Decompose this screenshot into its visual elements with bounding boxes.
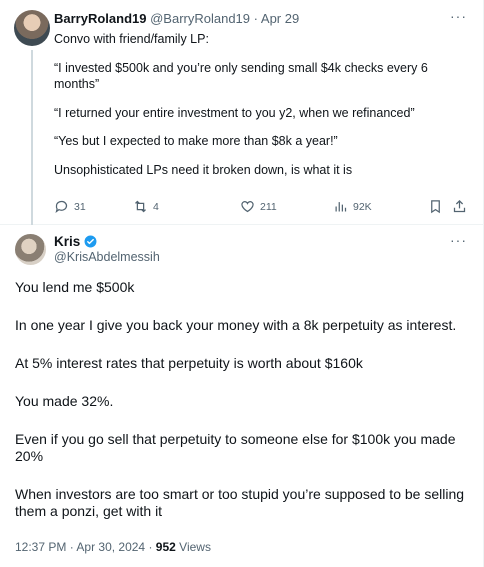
author-handle[interactable]: @KrisAbdelmessih (54, 250, 160, 264)
tweet-paragraph: “I returned your entire investment to yo… (54, 105, 415, 120)
bookmark-icon (431, 200, 440, 214)
reply-count: 31 (74, 200, 86, 213)
tweet-date[interactable]: Apr 30, 2024 (76, 540, 145, 554)
tweet-text: You lend me $500k In one year I give you… (15, 279, 475, 541)
share-button[interactable] (452, 199, 467, 214)
views-count: 92K (353, 200, 372, 213)
tweet-paragraph: You made 32%. (15, 393, 114, 409)
parent-tweet[interactable]: BarryRoland19 @BarryRoland19 · Apr 29 ··… (0, 0, 483, 225)
verified-icon (84, 235, 97, 248)
repost-icon (135, 200, 146, 213)
separator-dot: · (253, 11, 258, 26)
like-button[interactable]: 211 (240, 199, 277, 214)
tweet-date[interactable]: Apr 29 (261, 11, 299, 26)
tweet-paragraph: “Yes but I expected to make more than $8… (54, 134, 338, 148)
author-name-row: Kris (54, 234, 97, 249)
repost-button[interactable]: 4 (133, 199, 159, 214)
tweet-paragraph: When investors are too smart or too stup… (15, 486, 465, 519)
more-icon[interactable]: ··· (450, 232, 467, 248)
tweet-time[interactable]: 12:37 PM (15, 540, 66, 554)
more-icon[interactable]: ··· (450, 8, 467, 24)
action-bar: 31 4 211 92K (54, 199, 472, 217)
tweet-paragraph: You lend me $500k (15, 279, 135, 295)
avatar[interactable] (14, 10, 50, 46)
reply-icon (55, 200, 68, 214)
tweet-text: Convo with friend/family LP: “I invested… (54, 31, 459, 190)
author-handle[interactable]: @BarryRoland19 (150, 11, 250, 26)
tweet-paragraph: Convo with friend/family LP: (54, 32, 209, 46)
tweet-thread: BarryRoland19 @BarryRoland19 · Apr 29 ··… (0, 0, 484, 567)
separator-dot: · (69, 540, 74, 554)
tweet-metadata: 12:37 PM · Apr 30, 2024 · 952 Views (15, 540, 211, 554)
views-button[interactable]: 92K (333, 199, 372, 214)
tweet-paragraph: Unsophisticated LPs need it broken down,… (54, 162, 353, 177)
bookmark-button[interactable] (428, 199, 443, 214)
like-icon (241, 201, 254, 213)
views-label: Views (179, 540, 211, 554)
tweet-paragraph: At 5% interest rates that perpetuity is … (15, 355, 363, 371)
tweet-header: BarryRoland19 @BarryRoland19 · Apr 29 (54, 11, 299, 26)
views-count: 952 (155, 540, 176, 554)
tweet-paragraph: “I invested $500k and you’re only sendin… (54, 60, 428, 92)
author-name[interactable]: BarryRoland19 (54, 11, 146, 26)
repost-count: 4 (153, 200, 159, 213)
author-name[interactable]: Kris (54, 234, 80, 249)
thread-connector-line (31, 50, 33, 225)
tweet-paragraph: In one year I give you back your money w… (15, 317, 457, 333)
avatar[interactable] (15, 234, 46, 265)
share-icon (453, 199, 466, 213)
reply-button[interactable]: 31 (54, 199, 86, 214)
views-icon (335, 202, 347, 212)
separator-dot: · (148, 540, 153, 554)
like-count: 211 (260, 200, 277, 213)
tweet-paragraph: Even if you go sell that perpetuity to s… (15, 431, 456, 464)
